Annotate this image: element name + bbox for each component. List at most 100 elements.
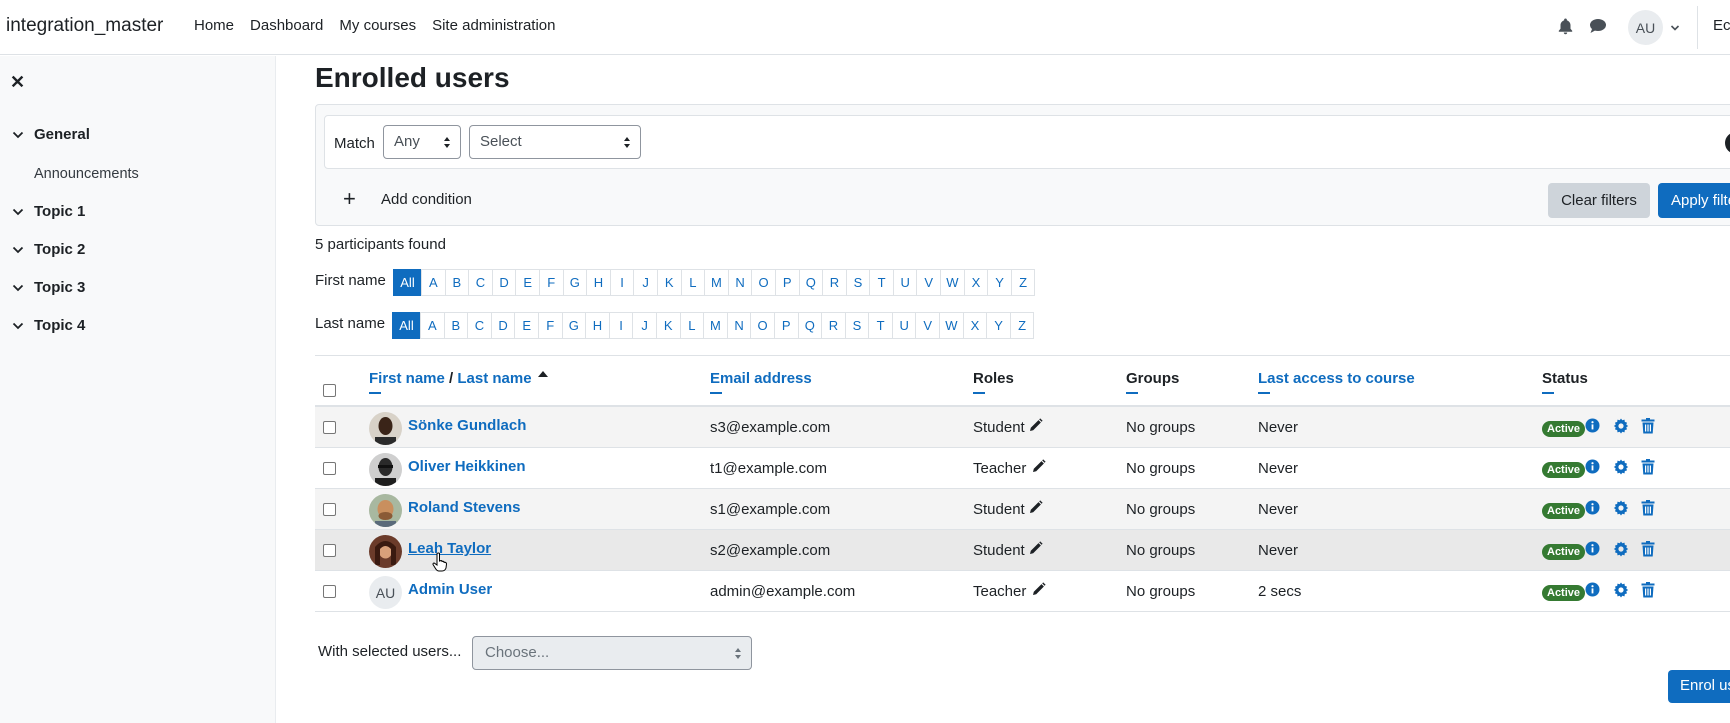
info-icon[interactable]	[1585, 541, 1600, 560]
last-name-initial-q[interactable]: Q	[797, 312, 823, 339]
enrol-users-button[interactable]: Enrol users	[1668, 670, 1730, 703]
user-name-link[interactable]: Roland Stevens	[408, 499, 521, 516]
first-name-initial-all[interactable]: All	[393, 269, 422, 296]
trash-icon[interactable]	[1641, 541, 1655, 561]
first-name-initial-y[interactable]: Y	[987, 269, 1012, 296]
nav-link-site-administration[interactable]: Site administration	[432, 17, 555, 34]
pencil-icon[interactable]	[1028, 418, 1043, 437]
apply-filters-button[interactable]: Apply filters	[1658, 183, 1730, 218]
first-name-initial-k[interactable]: K	[656, 269, 682, 296]
last-name-initial-o[interactable]: O	[750, 312, 775, 339]
first-name-initial-d[interactable]: D	[491, 269, 517, 296]
first-name-initial-w[interactable]: W	[940, 269, 965, 296]
gear-icon[interactable]	[1613, 418, 1629, 438]
collapse-column-icon[interactable]	[1126, 392, 1138, 394]
filter-type-select[interactable]: Select	[469, 125, 641, 159]
first-name-initial-s[interactable]: S	[845, 269, 871, 296]
chevron-down-icon[interactable]	[12, 207, 26, 217]
info-icon[interactable]	[1585, 582, 1600, 601]
activity-announcements[interactable]: Announcements	[34, 166, 139, 182]
last-name-initial-m[interactable]: M	[703, 312, 728, 339]
chevron-down-icon[interactable]	[12, 245, 26, 255]
row-checkbox[interactable]	[323, 544, 336, 557]
first-name-initial-o[interactable]: O	[751, 269, 776, 296]
chevron-down-icon[interactable]	[12, 321, 26, 331]
pencil-icon[interactable]	[1028, 500, 1043, 519]
first-name-initial-v[interactable]: V	[916, 269, 942, 296]
gear-icon[interactable]	[1613, 541, 1629, 561]
first-name-initial-r[interactable]: R	[822, 269, 847, 296]
sort-first-name-link[interactable]: First name	[369, 370, 445, 387]
bell-icon[interactable]	[1558, 18, 1573, 39]
pencil-icon[interactable]	[1031, 459, 1046, 478]
section-topic-3[interactable]: Topic 3	[12, 279, 85, 296]
gear-icon[interactable]	[1613, 582, 1629, 602]
pencil-icon[interactable]	[1028, 541, 1043, 560]
pencil-icon[interactable]	[1031, 582, 1046, 601]
chevron-down-icon[interactable]	[12, 283, 26, 293]
last-name-initial-p[interactable]: P	[773, 312, 799, 339]
gear-icon[interactable]	[1613, 459, 1629, 479]
section-topic-4[interactable]: Topic 4	[12, 317, 85, 334]
trash-icon[interactable]	[1641, 582, 1655, 602]
first-name-initial-a[interactable]: A	[421, 269, 446, 296]
nav-link-home[interactable]: Home	[194, 17, 234, 34]
sort-email-link[interactable]: Email address	[710, 370, 812, 387]
last-name-initial-all[interactable]: All	[392, 312, 421, 339]
last-name-initial-x[interactable]: X	[962, 312, 988, 339]
first-name-initial-b[interactable]: B	[444, 269, 470, 296]
collapse-column-icon[interactable]	[973, 392, 985, 394]
select-all-checkbox[interactable]	[323, 384, 336, 397]
first-name-initial-t[interactable]: T	[869, 269, 894, 296]
last-name-initial-y[interactable]: Y	[986, 312, 1011, 339]
last-name-initial-c[interactable]: C	[467, 312, 492, 339]
last-name-initial-v[interactable]: V	[915, 312, 941, 339]
row-checkbox[interactable]	[323, 503, 336, 516]
last-name-initial-i[interactable]: I	[608, 312, 634, 339]
last-name-initial-n[interactable]: N	[726, 312, 752, 339]
collapse-column-icon[interactable]	[1542, 392, 1554, 394]
first-name-initial-c[interactable]: C	[468, 269, 493, 296]
last-name-initial-z[interactable]: Z	[1009, 312, 1035, 339]
first-name-initial-e[interactable]: E	[515, 269, 540, 296]
bulk-action-select[interactable]: Choose...	[472, 636, 752, 670]
nav-link-dashboard[interactable]: Dashboard	[250, 17, 323, 34]
trash-icon[interactable]	[1641, 418, 1655, 438]
last-name-initial-f[interactable]: F	[537, 312, 563, 339]
first-name-initial-h[interactable]: H	[586, 269, 611, 296]
last-name-initial-u[interactable]: U	[891, 312, 917, 339]
row-checkbox[interactable]	[323, 585, 336, 598]
info-icon[interactable]	[1585, 500, 1600, 519]
last-name-initial-b[interactable]: B	[443, 312, 469, 339]
first-name-initial-x[interactable]: X	[963, 269, 989, 296]
last-name-initial-e[interactable]: E	[514, 312, 539, 339]
clear-filters-button[interactable]: Clear filters	[1548, 183, 1650, 218]
user-name-link[interactable]: Admin User	[408, 581, 492, 598]
collapse-column-icon[interactable]	[1258, 392, 1270, 394]
info-icon[interactable]	[1585, 418, 1600, 437]
first-name-initial-j[interactable]: J	[633, 269, 658, 296]
last-name-initial-l[interactable]: L	[679, 312, 705, 339]
plus-icon[interactable]: +	[343, 186, 356, 212]
last-name-initial-t[interactable]: T	[868, 312, 893, 339]
section-topic-2[interactable]: Topic 2	[12, 241, 85, 258]
trash-icon[interactable]	[1641, 459, 1655, 479]
last-name-initial-w[interactable]: W	[939, 312, 964, 339]
last-name-initial-k[interactable]: K	[655, 312, 681, 339]
section-topic-1[interactable]: Topic 1	[12, 203, 85, 220]
first-name-initial-z[interactable]: Z	[1010, 269, 1036, 296]
last-name-initial-j[interactable]: J	[632, 312, 657, 339]
sort-last-name-link[interactable]: Last name	[457, 370, 531, 387]
first-name-initial-u[interactable]: U	[892, 269, 918, 296]
last-name-initial-a[interactable]: A	[420, 312, 445, 339]
first-name-initial-g[interactable]: G	[562, 269, 588, 296]
collapse-column-icon[interactable]	[369, 392, 381, 394]
chevron-down-icon[interactable]	[1670, 20, 1680, 37]
last-name-initial-d[interactable]: D	[490, 312, 516, 339]
chat-icon[interactable]	[1589, 18, 1607, 38]
first-name-initial-p[interactable]: P	[774, 269, 800, 296]
edit-mode-label[interactable]: Ec	[1713, 17, 1730, 34]
first-name-initial-n[interactable]: N	[727, 269, 753, 296]
user-name-link[interactable]: Leah Taylor	[408, 540, 491, 557]
last-name-initial-r[interactable]: R	[821, 312, 846, 339]
